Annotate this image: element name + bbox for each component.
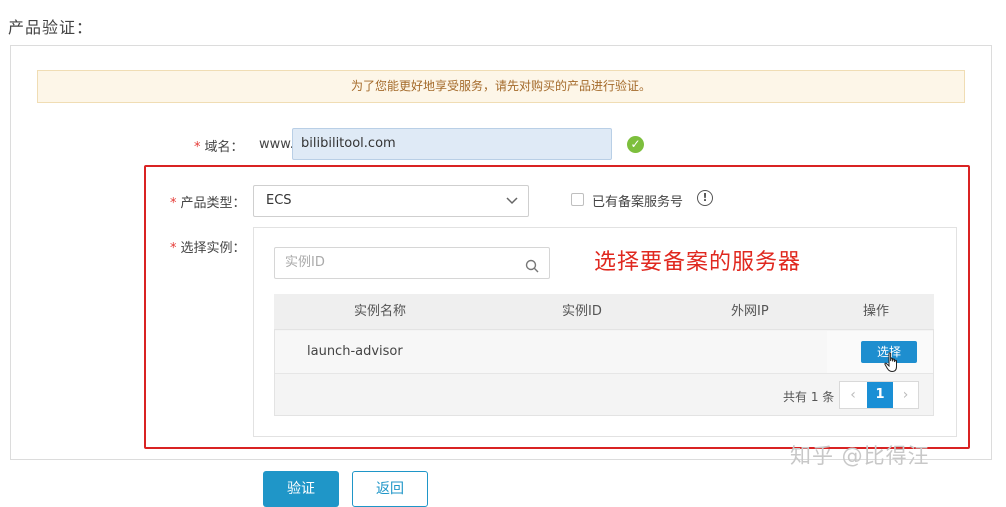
column-header-instance-id: 实例ID — [562, 304, 602, 319]
info-circle-icon[interactable]: ! — [697, 190, 713, 206]
filing-service-checkbox[interactable] — [571, 193, 584, 206]
pagination: ‹ 1 › — [839, 381, 919, 409]
filing-service-checkbox-label: 已有备案服务号 — [592, 195, 684, 210]
required-star: * — [170, 196, 177, 211]
column-header-name: 实例名称 — [354, 304, 407, 319]
product-type-select[interactable]: ECS — [253, 185, 529, 217]
pagination-total: 共有 1 条 — [783, 390, 835, 404]
domain-label: * 域名： — [194, 136, 244, 155]
pagination-page-1[interactable]: 1 — [867, 382, 893, 408]
domain-label-text: 域名： — [204, 140, 244, 155]
search-icon[interactable] — [525, 255, 539, 273]
required-star: * — [170, 241, 177, 256]
column-header-public-ip: 外网IP — [731, 304, 769, 319]
verify-button[interactable]: 验证 — [263, 471, 339, 507]
column-header-action: 操作 — [863, 304, 890, 319]
watermark: 知乎 @比得汪 — [790, 444, 930, 468]
product-type-label-text: 产品类型： — [180, 196, 246, 211]
domain-prefix: www. — [259, 137, 294, 152]
product-type-label: * 产品类型： — [170, 192, 246, 211]
instance-label-text: 选择实例： — [180, 241, 246, 256]
search-placeholder: 实例ID — [285, 255, 325, 270]
chevron-down-icon — [506, 186, 518, 228]
pagination-next-button[interactable]: › — [893, 382, 918, 408]
table-header: 实例名称 实例ID 外网IP 操作 — [274, 294, 934, 330]
domain-input[interactable]: bilibilitool.com — [292, 128, 612, 160]
instance-search-input[interactable]: 实例ID — [274, 247, 550, 279]
table-row: launch-advisor — [275, 331, 933, 374]
check-circle-icon: ✓ — [627, 136, 644, 153]
annotation-text: 选择要备案的服务器 — [594, 250, 802, 275]
pagination-prev-button[interactable]: ‹ — [840, 382, 866, 408]
hand-cursor-icon — [884, 352, 900, 378]
notice-banner: 为了您能更好地享受服务，请先对购买的产品进行验证。 — [37, 70, 965, 103]
back-button[interactable]: 返回 — [352, 471, 428, 507]
product-type-value: ECS — [266, 193, 292, 208]
instance-label: * 选择实例： — [170, 237, 246, 256]
page-title: 产品验证： — [8, 18, 94, 37]
required-star: * — [194, 140, 201, 155]
instance-name-cell: launch-advisor — [307, 344, 403, 359]
